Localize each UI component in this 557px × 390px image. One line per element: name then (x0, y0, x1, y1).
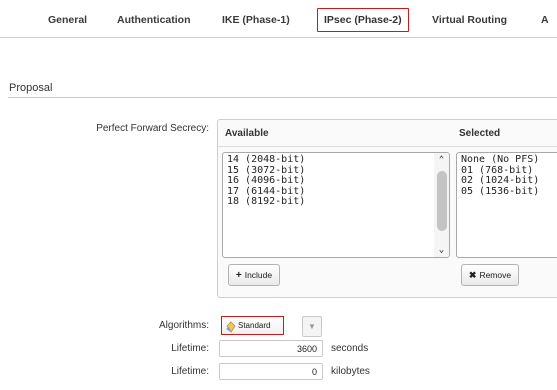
section-divider (8, 97, 557, 98)
pfs-label: Perfect Forward Secrecy: (96, 123, 209, 134)
gem-icon (225, 320, 236, 333)
tab-general[interactable]: General (48, 0, 87, 38)
list-item[interactable]: None (No PFS) (457, 154, 557, 166)
algorithms-label: Algorithms: (158, 320, 209, 331)
header-divider (218, 146, 557, 147)
lifetime-seconds-input[interactable] (219, 340, 323, 357)
tab-bar: General Authentication IKE (Phase-1) IPs… (0, 0, 557, 38)
scroll-down-icon[interactable]: ⌄ (434, 243, 449, 257)
lifetime-kilobytes-label: Lifetime: (171, 366, 209, 377)
tab-authentication[interactable]: Authentication (117, 0, 191, 38)
lifetime-seconds-unit: seconds (331, 343, 369, 354)
section-title: Proposal (9, 82, 53, 94)
remove-button[interactable]: ✖ Remove (461, 264, 519, 286)
list-item[interactable]: 14 (2048-bit) (223, 154, 449, 166)
algorithms-value: Standard (238, 321, 271, 330)
algorithms-select[interactable]: Standard (221, 316, 284, 335)
tab-more[interactable]: A (541, 0, 549, 38)
available-list[interactable]: 14 (2048-bit) 15 (3072-bit) 16 (4096-bit… (222, 152, 450, 258)
list-item[interactable]: 16 (4096-bit) (223, 175, 449, 187)
available-header: Available (225, 128, 269, 139)
tab-divider (0, 37, 557, 38)
tab-ipsec-phase-2[interactable]: IPsec (Phase-2) (317, 8, 409, 32)
lifetime-seconds-label: Lifetime: (171, 343, 209, 354)
scroll-thumb[interactable] (437, 171, 447, 231)
list-item[interactable]: 02 (1024-bit) (457, 175, 557, 187)
list-item[interactable]: 18 (8192-bit) (223, 196, 449, 208)
tab-ike-phase-1[interactable]: IKE (Phase-1) (222, 0, 290, 38)
scroll-up-icon[interactable]: ⌃ (434, 153, 449, 167)
lifetime-kilobytes-unit: kilobytes (331, 366, 370, 377)
selected-header: Selected (459, 128, 501, 139)
scrollbar[interactable]: ⌃ ⌄ (434, 153, 449, 257)
plus-icon: + (235, 269, 242, 281)
chevron-down-icon[interactable]: ▼ (302, 316, 322, 337)
selected-list[interactable]: None (No PFS) 01 (768-bit) 02 (1024-bit)… (456, 152, 557, 258)
tab-virtual-routing[interactable]: Virtual Routing (432, 0, 507, 38)
close-icon: ✖ (468, 269, 477, 280)
list-item[interactable]: 05 (1536-bit) (457, 186, 557, 198)
remove-label: Remove (479, 270, 512, 280)
include-label: Include (244, 270, 273, 280)
lifetime-kilobytes-input[interactable] (219, 363, 323, 380)
include-button[interactable]: + Include (228, 264, 280, 286)
